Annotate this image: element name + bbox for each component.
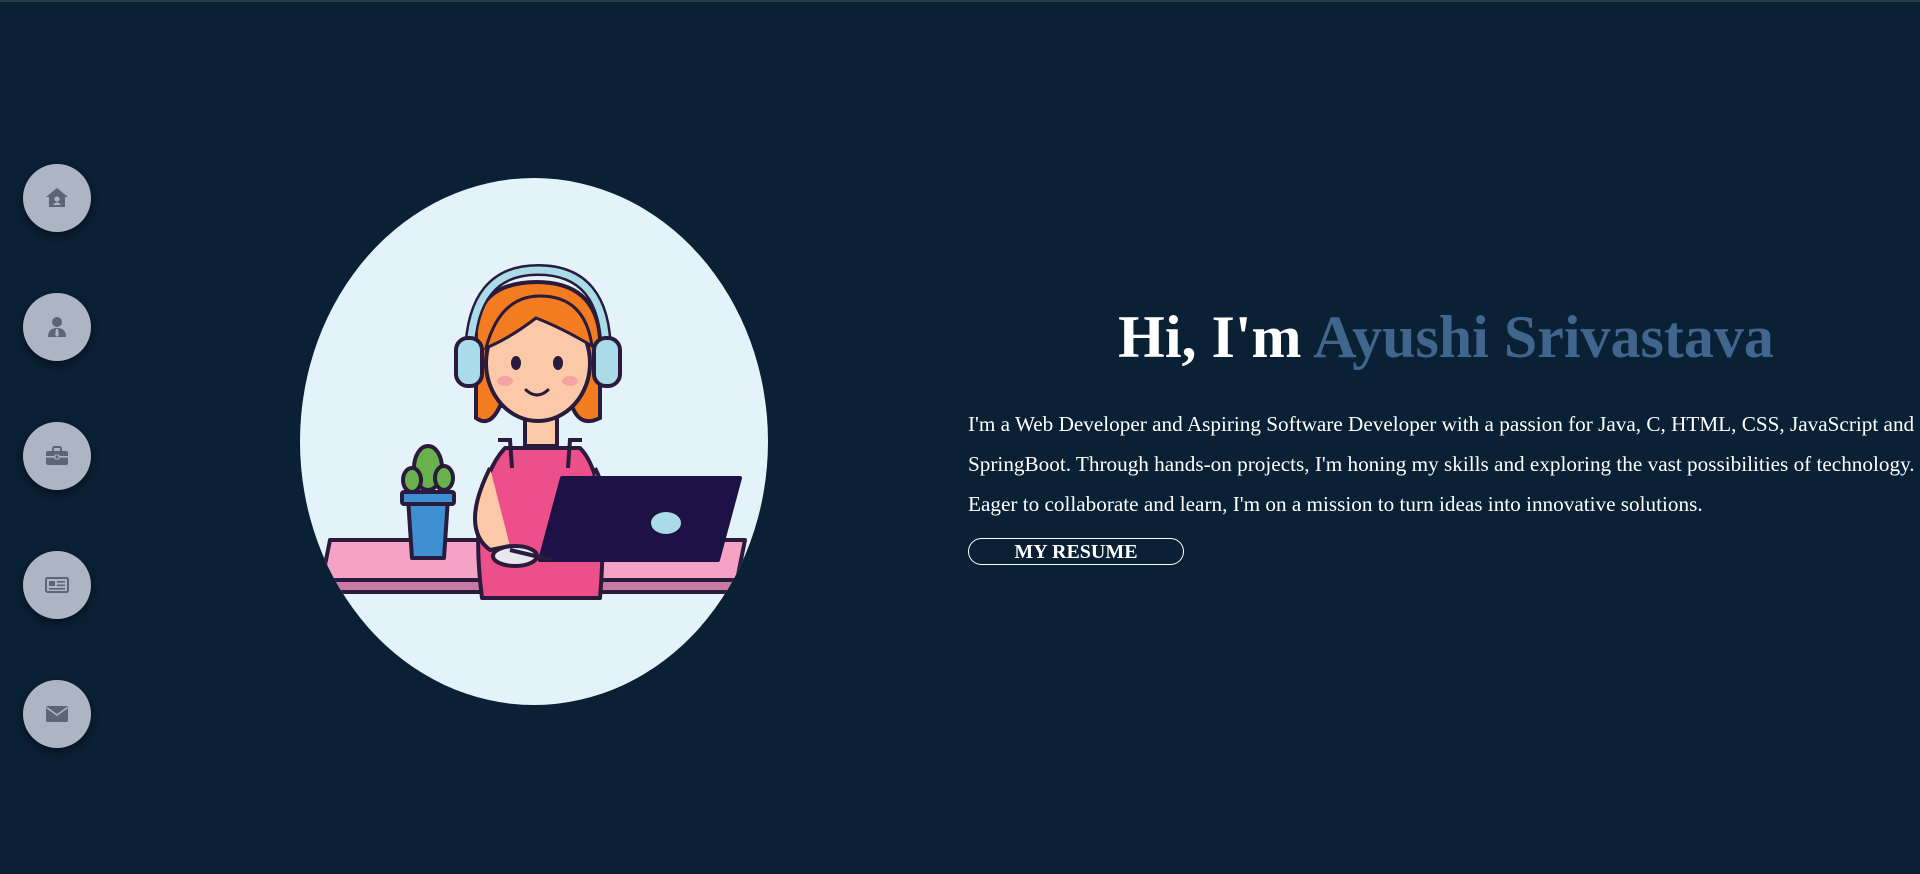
envelope-icon xyxy=(46,706,68,722)
nav-contact-button[interactable] xyxy=(23,680,91,748)
nav-home-button[interactable] xyxy=(23,164,91,232)
top-border xyxy=(0,0,1920,2)
hero-name: Ayushi Srivastava xyxy=(1313,304,1774,370)
greeting-text: Hi, I'm xyxy=(1118,304,1302,370)
briefcase-icon xyxy=(46,446,68,465)
profile-avatar xyxy=(300,178,768,705)
user-tie-icon xyxy=(48,317,66,337)
resume-button[interactable]: MY RESUME xyxy=(968,538,1184,565)
developer-illustration xyxy=(320,263,747,600)
newspaper-icon xyxy=(45,577,69,593)
hero-bio: I'm a Web Developer and Aspiring Softwar… xyxy=(968,412,1915,516)
nav-projects-button[interactable] xyxy=(23,422,91,490)
hero-title: Hi, I'm Ayushi Srivastava xyxy=(968,290,1918,384)
nav-about-button[interactable] xyxy=(23,293,91,361)
hero-section: Hi, I'm Ayushi Srivastava I'm a Web Deve… xyxy=(968,290,1918,565)
nav-blog-button[interactable] xyxy=(23,551,91,619)
home-icon xyxy=(46,188,68,207)
